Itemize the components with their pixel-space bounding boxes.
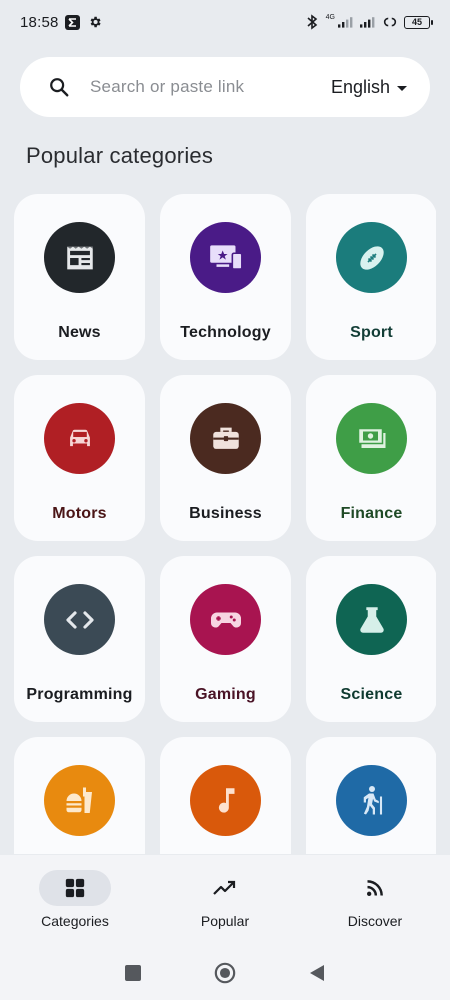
home-circle-icon[interactable] xyxy=(214,962,236,984)
nav-item-popular[interactable]: Popular xyxy=(150,870,300,945)
flask-icon xyxy=(359,606,384,633)
sigma-app-icon xyxy=(65,14,81,30)
dropdown-arrow-icon xyxy=(396,77,408,98)
category-icon-circle xyxy=(190,222,261,293)
category-label: News xyxy=(58,324,101,341)
search-input[interactable]: Search or paste link xyxy=(90,77,244,97)
category-card-sport[interactable]: Sport xyxy=(306,194,436,360)
signal-icon xyxy=(338,14,354,30)
category-label: Programming xyxy=(26,686,133,703)
category-icon-circle xyxy=(336,222,407,293)
rss-icon xyxy=(367,880,383,896)
signal-icon-2 xyxy=(360,14,376,30)
link-sync-icon xyxy=(382,14,398,30)
nav-indicator xyxy=(339,870,411,906)
nav-indicator xyxy=(189,870,261,906)
bluetooth-icon xyxy=(304,14,320,30)
search-bar[interactable]: Search or paste link English xyxy=(20,57,430,117)
category-icon-circle xyxy=(336,765,407,836)
category-grid: News Technology Sport Motors Business Fi… xyxy=(14,194,436,854)
nav-label: Popular xyxy=(200,913,250,929)
language-label: English xyxy=(330,76,390,97)
category-icon-circle xyxy=(336,584,407,655)
category-icon-circle xyxy=(44,222,115,293)
status-time: 18:58 xyxy=(20,13,59,31)
category-card-programming[interactable]: Programming xyxy=(14,556,145,722)
recents-square-icon[interactable] xyxy=(122,962,144,984)
category-icon-circle xyxy=(44,584,115,655)
status-bar: 18:58 4G 45 xyxy=(0,0,450,44)
code-icon xyxy=(65,610,94,629)
category-icon-circle xyxy=(44,403,115,474)
nav-label: Categories xyxy=(41,913,109,929)
briefcase-icon xyxy=(212,427,239,449)
category-label: Science xyxy=(340,686,403,703)
back-triangle-icon[interactable] xyxy=(306,962,328,984)
category-card-gaming[interactable]: Gaming xyxy=(160,556,291,722)
car-icon xyxy=(69,429,90,446)
settings-gear-icon xyxy=(87,14,103,30)
status-left: 18:58 xyxy=(20,14,103,31)
category-icon-circle xyxy=(190,403,261,474)
battery-icon: 45 xyxy=(404,15,433,29)
devices-icon xyxy=(209,244,243,270)
system-navigation-bar xyxy=(0,945,450,1000)
category-card-food[interactable] xyxy=(14,737,145,854)
category-card-hiking[interactable] xyxy=(306,737,436,854)
status-right: 4G 45 xyxy=(304,13,433,30)
grid-icon xyxy=(65,878,85,898)
category-card-news[interactable]: News xyxy=(14,194,145,360)
football-icon xyxy=(359,245,384,270)
hiking-icon xyxy=(363,785,382,814)
category-card-motors[interactable]: Motors xyxy=(14,375,145,541)
music-note-icon xyxy=(218,787,234,813)
money-icon xyxy=(357,427,385,448)
category-icon-circle xyxy=(44,765,115,836)
nav-item-discover[interactable]: Discover xyxy=(300,870,450,945)
category-label: Motors xyxy=(52,505,107,522)
category-card-finance[interactable]: Finance xyxy=(306,375,436,541)
category-label: Finance xyxy=(340,505,403,522)
category-card-music[interactable] xyxy=(160,737,291,854)
network-type: 4G xyxy=(325,13,335,21)
category-card-business[interactable]: Business xyxy=(160,375,291,541)
trending-up-icon xyxy=(213,880,236,895)
language-selector[interactable]: English xyxy=(331,77,408,98)
nav-item-categories[interactable]: Categories xyxy=(0,870,150,945)
category-card-science[interactable]: Science xyxy=(306,556,436,722)
newspaper-icon xyxy=(66,246,93,269)
category-card-technology[interactable]: Technology xyxy=(160,194,291,360)
category-label: Sport xyxy=(350,324,393,341)
section-title: Popular categories xyxy=(26,143,214,168)
category-icon-circle xyxy=(190,584,261,655)
category-label: Technology xyxy=(180,324,271,341)
gamepad-icon xyxy=(210,612,241,627)
fastfood-icon xyxy=(66,787,92,813)
category-label: Business xyxy=(189,505,262,522)
category-icon-circle xyxy=(190,765,261,836)
nav-label: Discover xyxy=(347,913,403,929)
search-icon[interactable] xyxy=(46,74,72,100)
nav-indicator xyxy=(39,870,111,906)
category-label: Gaming xyxy=(195,686,256,703)
category-icon-circle xyxy=(336,403,407,474)
bottom-navigation: Categories Popular Discover xyxy=(0,855,450,945)
